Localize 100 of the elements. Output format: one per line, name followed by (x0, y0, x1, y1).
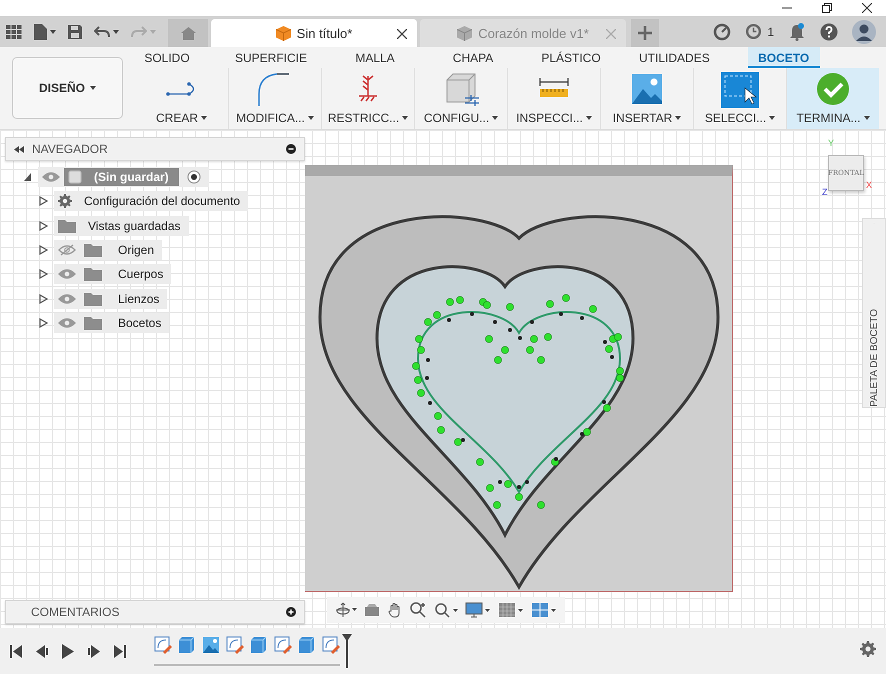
collapse-arrows-icon[interactable] (14, 146, 24, 152)
skip-end-icon[interactable] (114, 644, 126, 658)
navigator-title: NAVEGADOR (32, 142, 108, 156)
save-icon[interactable] (68, 24, 82, 38)
cube-icon[interactable] (178, 636, 196, 654)
tree-item[interactable]: Vistas guardadas (54, 216, 189, 236)
collapse-triangle-icon[interactable] (23, 172, 32, 182)
tree-item[interactable]: Cuerpos (54, 264, 172, 284)
extension-icon[interactable] (713, 22, 732, 40)
ribbon-tool-button[interactable]: INSPECCI... (507, 68, 600, 129)
ribbon-tool-button[interactable]: CREAR (135, 68, 228, 129)
camera-icon[interactable] (364, 603, 380, 617)
expand-triangle-icon[interactable] (39, 294, 48, 304)
display-icon[interactable] (464, 602, 491, 618)
step-forward-icon[interactable] (88, 644, 100, 658)
sketch-pencil-icon[interactable] (274, 636, 292, 654)
caret-icon (90, 86, 96, 90)
ribbon-tool-button[interactable]: TERMINA... (786, 68, 879, 129)
add-circle-icon[interactable] (286, 607, 296, 617)
palette-title: PALETA DE BOCETO (868, 309, 880, 407)
folder-icon (84, 292, 102, 306)
zoom-window-icon[interactable] (434, 602, 458, 618)
zoom-icon[interactable] (410, 602, 426, 618)
tree-item-label: Configuración del documento (84, 194, 240, 208)
workspace-dropdown[interactable]: DISEÑO (12, 57, 123, 119)
ribbon-tab[interactable]: PLÁSTICO (541, 47, 602, 68)
picture-icon[interactable] (202, 636, 220, 654)
plus-icon (638, 26, 652, 40)
expand-triangle-icon[interactable] (39, 196, 48, 206)
new-tab-button[interactable] (631, 19, 659, 47)
ribbon-tab[interactable]: MALLA (345, 47, 406, 68)
caret-icon (586, 116, 592, 120)
minus-circle-icon[interactable] (286, 144, 296, 154)
axis-label: Y (828, 138, 834, 148)
ribbon-tab[interactable]: SUPERFICIE (235, 47, 308, 68)
viewports-icon[interactable] (531, 602, 558, 618)
tab-title: Corazón molde v1* (478, 26, 589, 40)
caret-icon (50, 30, 56, 34)
close-icon[interactable] (862, 3, 872, 13)
ribbon-tool-button[interactable]: SELECCI... (693, 68, 786, 129)
ribbon-tab[interactable]: CHAPA (443, 47, 504, 68)
ribbon-tool-button[interactable]: RESTRICC... (321, 68, 414, 129)
close-icon[interactable] (397, 29, 407, 39)
cube-icon (276, 26, 291, 40)
ribbon-tab[interactable]: UTILIDADES (639, 47, 710, 68)
tree-item[interactable]: Bocetos (54, 312, 170, 333)
cube-icon (457, 26, 472, 40)
settings-icon[interactable] (58, 194, 72, 208)
tree-item-label: Origen (118, 243, 154, 258)
timeline-marker-icon[interactable] (342, 634, 352, 668)
play-icon[interactable] (62, 644, 74, 658)
caret-icon (150, 30, 156, 34)
ribbon-tool-button[interactable]: INSERTAR (600, 68, 693, 129)
expand-triangle-icon[interactable] (39, 220, 48, 231)
avatar-icon[interactable] (852, 20, 876, 44)
caret-icon (769, 116, 776, 120)
tree-item[interactable]: Configuración del documento (54, 191, 248, 212)
ribbon-tool-button[interactable]: MODIFICA... (228, 68, 321, 129)
tree-item[interactable]: Lienzos (54, 288, 168, 309)
document-tab[interactable]: Sin título* (211, 19, 417, 47)
caret-icon (308, 116, 314, 120)
ribbon-tool-button[interactable]: CONFIGU... (414, 68, 507, 129)
ribbon-tab[interactable]: SOLIDO (137, 47, 197, 68)
notification-bell-icon[interactable] (788, 22, 806, 40)
caret-icon (675, 116, 682, 120)
expand-triangle-icon[interactable] (39, 269, 48, 280)
app-grid-icon[interactable] (6, 24, 22, 38)
sketch-pencil-icon[interactable] (154, 636, 172, 654)
root-component-label: (Sin guardar) (64, 168, 179, 186)
tree-item[interactable]: Origen (54, 240, 162, 260)
folder-icon (84, 267, 102, 282)
checkmark-icon (816, 72, 850, 106)
step-back-icon[interactable] (36, 644, 48, 658)
help-icon[interactable] (820, 22, 838, 40)
cube-icon[interactable] (250, 636, 268, 654)
cube-icon[interactable] (298, 636, 316, 654)
clock-icon[interactable] (745, 23, 762, 40)
component-icon (68, 170, 82, 184)
caret-icon (864, 116, 870, 120)
radio-target-icon[interactable] (186, 170, 201, 184)
tree-item-label: Bocetos (118, 316, 162, 330)
sketch-pencil-icon[interactable] (226, 636, 244, 654)
axis-label: X (866, 180, 872, 190)
orbit-icon[interactable] (334, 602, 357, 618)
expand-triangle-icon[interactable] (39, 318, 48, 328)
picture-icon (630, 72, 664, 106)
settings-icon[interactable] (860, 640, 876, 656)
job-count: 1 (767, 24, 774, 38)
file-icon[interactable] (34, 24, 47, 40)
skip-start-icon[interactable] (10, 644, 22, 658)
selection-cursor-icon (721, 72, 759, 108)
undo-icon[interactable] (94, 26, 110, 38)
grid-icon[interactable] (498, 602, 524, 618)
caret-icon (201, 116, 207, 120)
folder-icon (58, 218, 76, 233)
expand-triangle-icon[interactable] (39, 245, 48, 256)
maximize-icon[interactable] (822, 3, 832, 13)
tree-item-label: Lienzos (118, 292, 160, 306)
ribbon-tab[interactable]: BOCETO (748, 47, 820, 68)
sketch-pencil-icon[interactable] (322, 636, 340, 654)
